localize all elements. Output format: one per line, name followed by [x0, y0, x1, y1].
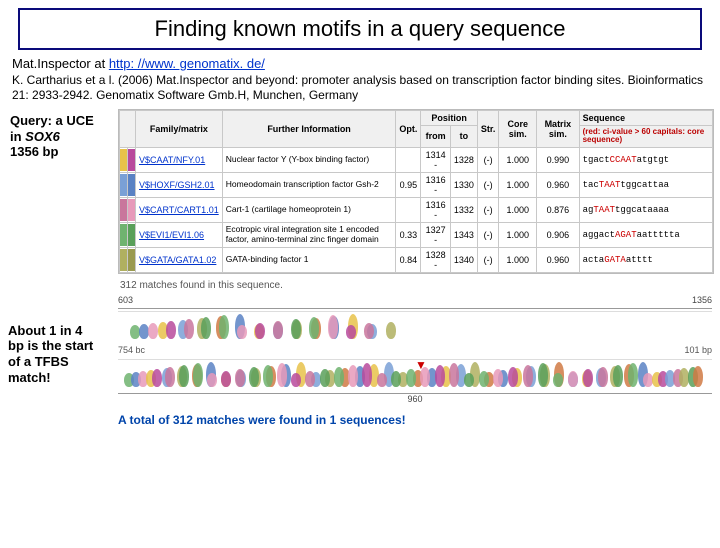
- axis-bottom: 960: [118, 393, 712, 407]
- motif-blob: [391, 371, 401, 387]
- track-left-label: 754 bc: [118, 345, 145, 355]
- motif-blob: [346, 325, 356, 339]
- motif-blob: [493, 369, 503, 387]
- motif-blob: [221, 371, 231, 387]
- th-to: to: [450, 126, 477, 148]
- motif-blob: [193, 363, 203, 387]
- th-position: Position: [421, 111, 477, 126]
- motif-blob: [273, 321, 283, 339]
- motif-blob: [237, 325, 247, 339]
- motif-blob: [523, 365, 533, 387]
- motif-blob: [364, 323, 374, 339]
- track-diagram: 603 1356 754 bc 101 bp ▼ 960: [118, 295, 712, 409]
- motif-blob: [291, 319, 301, 339]
- results-table: Family/matrix Further Information Opt. P…: [118, 109, 714, 274]
- query-l1: Query: a UCE: [10, 113, 112, 129]
- motif-blob: [553, 373, 563, 387]
- th-family: Family/matrix: [136, 111, 223, 148]
- th-core: Core sim.: [499, 111, 537, 148]
- th-opt: Opt.: [396, 111, 421, 148]
- table-row: V$EVI1/EVI1.06Ecotropic viral integratio…: [120, 222, 713, 247]
- motif-blob: [568, 371, 578, 387]
- motif-blob: [201, 317, 211, 339]
- motif-blob: [583, 369, 593, 387]
- motif-blob: [348, 365, 358, 387]
- slide-title: Finding known motifs in a query sequence: [18, 8, 702, 50]
- motif-blob: [693, 366, 703, 387]
- motif-blob: [449, 363, 459, 387]
- motif-blob: [219, 315, 229, 339]
- matrix-link[interactable]: V$GATA/GATA1.02: [136, 247, 223, 272]
- genomatix-link[interactable]: http: //www. genomatix. de/: [109, 56, 265, 71]
- motif-blob: [508, 367, 518, 387]
- motif-blob: [386, 322, 396, 339]
- th-seq-sub: (red: ci-value > 60 capitals: core seque…: [579, 126, 712, 148]
- motif-blob: [152, 369, 162, 387]
- th-info: Further Information: [222, 111, 396, 148]
- motif-blob: [628, 363, 638, 387]
- motif-blob: [165, 367, 175, 387]
- th-str: Str.: [477, 111, 499, 148]
- motif-blob: [328, 315, 338, 339]
- query-l3: 1356 bp: [10, 144, 112, 160]
- th-sequence: Sequence: [579, 111, 712, 126]
- citation-text: K. Cartharius et a l. (2006) Mat.Inspect…: [12, 73, 708, 103]
- total-matches: A total of 312 matches were found in 1 s…: [118, 413, 720, 427]
- motif-blob: [598, 367, 608, 387]
- matrix-link[interactable]: V$CART/CART1.01: [136, 197, 223, 222]
- motif-blob: [277, 363, 287, 387]
- motif-blob: [255, 323, 265, 339]
- matrix-link[interactable]: V$EVI1/EVI1.06: [136, 222, 223, 247]
- intro-prefix: Mat.Inspector at: [12, 56, 109, 71]
- motif-blob: [148, 323, 158, 339]
- track-right-label: 101 bp: [684, 345, 712, 355]
- motif-blob: [420, 367, 430, 387]
- table-row: V$CART/CART1.01Cart-1 (cartilage homeopr…: [120, 197, 713, 222]
- motif-blob: [130, 325, 140, 339]
- query-description: Query: a UCE in SOX6 1356 bp: [6, 109, 118, 274]
- about-note: About 1 in 4 bp is the start of a TFBS m…: [8, 295, 118, 409]
- motif-blob: [249, 367, 259, 387]
- motif-blob: [263, 365, 273, 387]
- motif-blob: [334, 367, 344, 387]
- track-row-bottom: ▼: [118, 359, 712, 389]
- th-matrix: Matrix sim.: [537, 111, 580, 148]
- motif-blob: [305, 371, 315, 387]
- motif-blob: [235, 369, 245, 387]
- motif-blob: [320, 369, 330, 387]
- th-from: from: [421, 126, 450, 148]
- motif-blob: [613, 365, 623, 387]
- motif-blob: [406, 369, 416, 387]
- motif-blob: [464, 373, 474, 387]
- motif-blob: [435, 365, 445, 387]
- matrix-link[interactable]: V$CAAT/NFY.01: [136, 147, 223, 172]
- motif-blob: [184, 319, 194, 339]
- table-row: V$GATA/GATA1.02GATA-binding factor 10.84…: [120, 247, 713, 272]
- table-row: V$HOXF/GSH2.01Homeodomain transcription …: [120, 172, 713, 197]
- motif-blob: [207, 373, 217, 387]
- motif-blob: [166, 321, 176, 339]
- motif-blob: [179, 365, 189, 387]
- motif-blob: [479, 371, 489, 387]
- axis-top: 603 1356: [118, 295, 712, 309]
- query-l2: in SOX6: [10, 129, 112, 145]
- motif-blob: [291, 373, 301, 387]
- motif-blob: [362, 363, 372, 387]
- motif-blob: [538, 363, 548, 387]
- motif-blob: [377, 373, 387, 387]
- intro-line: Mat.Inspector at http: //www. genomatix.…: [12, 56, 708, 71]
- table-row: V$CAAT/NFY.01Nuclear factor Y (Y-box bin…: [120, 147, 713, 172]
- matches-summary: 312 matches found in this sequence.: [120, 280, 720, 291]
- track-row-top: [118, 311, 712, 341]
- matrix-link[interactable]: V$HOXF/GSH2.01: [136, 172, 223, 197]
